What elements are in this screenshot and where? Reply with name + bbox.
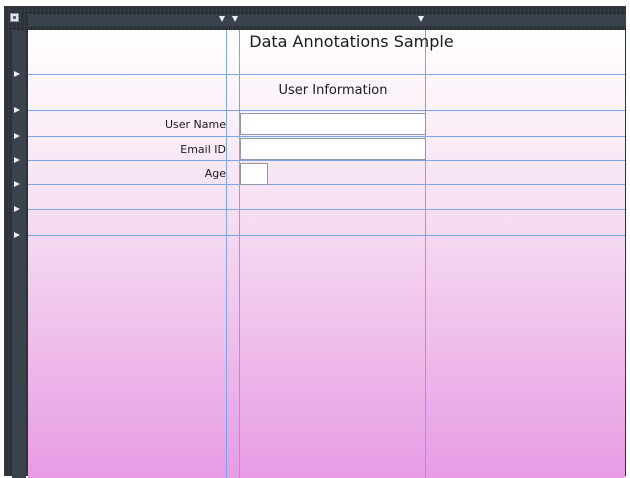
email-label: Email ID xyxy=(180,143,226,156)
column-marker-icon[interactable] xyxy=(418,16,424,22)
username-label: User Name xyxy=(164,118,226,131)
row-marker-icon[interactable] xyxy=(14,232,20,238)
email-input[interactable] xyxy=(240,138,426,160)
row-gridline[interactable] xyxy=(28,184,625,185)
row-marker-icon[interactable] xyxy=(14,133,20,139)
design-canvas[interactable]: Data Annotations Sample User Information… xyxy=(28,30,625,478)
row-gridline[interactable] xyxy=(28,209,625,210)
row-marker-icon[interactable] xyxy=(14,71,20,77)
row-ruler[interactable] xyxy=(12,30,26,478)
column-marker-icon[interactable] xyxy=(219,16,225,22)
age-input[interactable] xyxy=(240,163,268,185)
row-marker-icon[interactable] xyxy=(14,206,20,212)
row-marker-icon[interactable] xyxy=(14,181,20,187)
page-title: Data Annotations Sample xyxy=(249,32,454,51)
row-gridline[interactable] xyxy=(28,136,625,137)
row-marker-icon[interactable] xyxy=(14,107,20,113)
username-input[interactable] xyxy=(240,113,426,135)
designer-frame: Data Annotations Sample User Information… xyxy=(4,6,626,478)
column-marker-icon[interactable] xyxy=(232,16,238,22)
row-gridline[interactable] xyxy=(28,160,625,161)
column-gridline[interactable] xyxy=(226,30,227,478)
row-gridline[interactable] xyxy=(28,110,625,111)
column-ruler[interactable] xyxy=(28,14,626,26)
row-marker-icon[interactable] xyxy=(14,157,20,163)
section-header: User Information xyxy=(278,83,388,98)
row-gridline[interactable] xyxy=(28,74,625,75)
row-gridline[interactable] xyxy=(28,235,625,236)
age-label: Age xyxy=(204,167,226,180)
grid-corner-button[interactable] xyxy=(10,13,19,22)
